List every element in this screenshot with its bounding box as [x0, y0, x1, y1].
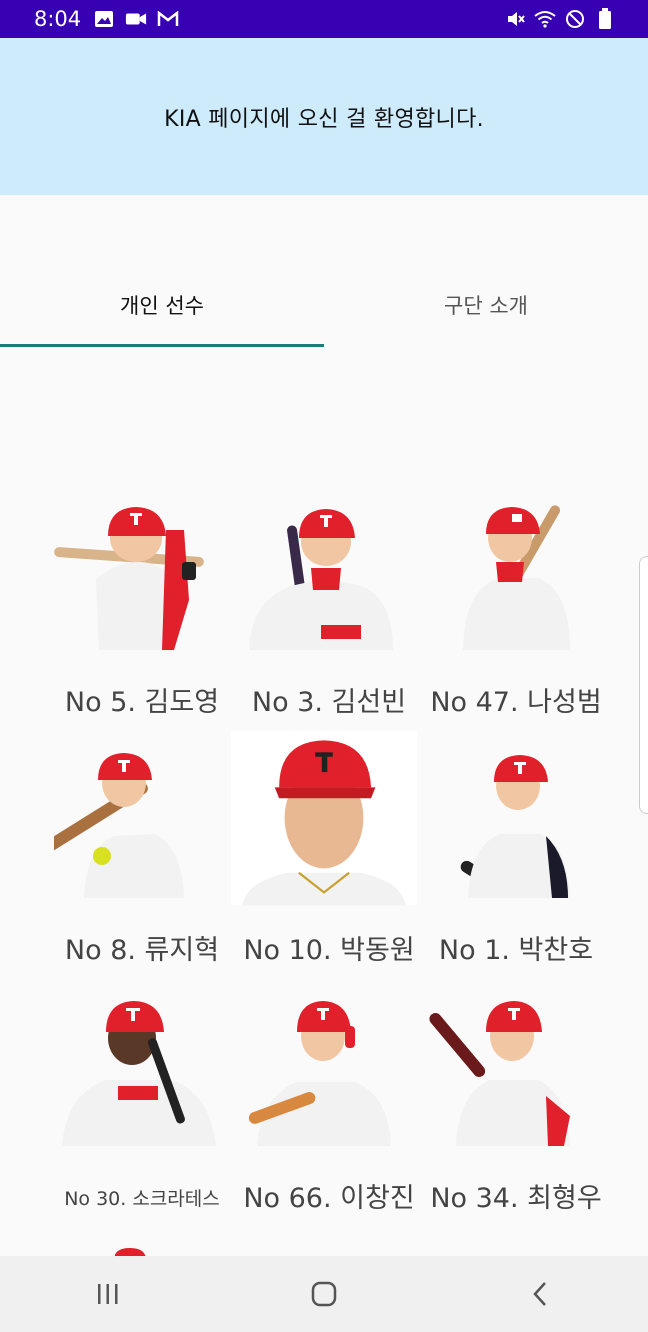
- player-photo: [248, 1001, 391, 1146]
- do-not-disturb-icon: [564, 9, 586, 29]
- player-name: No 10. 박동원: [243, 935, 415, 966]
- player-name: No 8. 류지혁: [64, 935, 220, 966]
- player-card[interactable]: No 66. 이창진: [239, 986, 419, 1226]
- player-photo: [62, 1001, 216, 1146]
- player-card[interactable]: No 10. 박동원: [231, 730, 419, 978]
- player-name: No 3. 김선빈: [251, 687, 407, 718]
- player-card[interactable]: No 34. 최형우: [426, 986, 606, 1226]
- mute-icon: [504, 9, 526, 29]
- gmail-icon: [157, 9, 179, 29]
- welcome-text: KIA 페이지에 오신 걸 환영합니다.: [164, 106, 484, 132]
- player-photo: [463, 505, 570, 650]
- tab-team-intro-label: 구단 소개: [444, 294, 528, 318]
- player-photo: [231, 730, 417, 906]
- wifi-icon: [534, 9, 556, 29]
- player-card[interactable]: No 3. 김선빈: [239, 490, 419, 730]
- player-photo: [54, 507, 204, 650]
- tab-team-intro[interactable]: 구단 소개: [324, 262, 648, 348]
- player-name: No 34. 최형우: [430, 1183, 602, 1214]
- recent-apps-icon[interactable]: [78, 1264, 138, 1324]
- player-name: No 1. 박찬호: [438, 935, 594, 966]
- player-photo: [429, 1001, 570, 1146]
- edge-panel-handle[interactable]: [639, 556, 648, 814]
- player-card[interactable]: No 30. 소크라테스: [52, 986, 232, 1226]
- player-photo: [249, 509, 393, 650]
- home-icon[interactable]: [294, 1264, 354, 1324]
- video-camera-icon: [125, 9, 147, 29]
- player-photo: [54, 753, 184, 898]
- player-photo: [460, 755, 590, 898]
- back-icon[interactable]: [510, 1264, 570, 1324]
- welcome-banner: KIA 페이지에 오신 걸 환영합니다.: [0, 38, 648, 195]
- tab-bar: 개인 선수 구단 소개: [0, 262, 648, 348]
- status-time: 8:04: [34, 7, 82, 31]
- player-name: No 66. 이창진: [243, 1183, 415, 1214]
- player-card[interactable]: No 8. 류지혁: [52, 738, 232, 978]
- battery-icon: [594, 8, 616, 29]
- player-card[interactable]: No 47. 나성범: [426, 490, 606, 730]
- player-name: No 47. 나성범: [430, 687, 602, 718]
- image-icon: [93, 9, 115, 29]
- tab-players-label: 개인 선수: [120, 294, 204, 318]
- player-name: No 30. 소크라테스: [64, 1188, 220, 1210]
- player-card[interactable]: No 5. 김도영: [52, 490, 232, 730]
- status-bar: 8:04: [0, 0, 648, 38]
- player-card[interactable]: No 1. 박찬호: [426, 738, 606, 978]
- player-name: No 5. 김도영: [64, 687, 220, 718]
- tab-players[interactable]: 개인 선수: [0, 262, 324, 348]
- tab-indicator: [0, 344, 324, 347]
- system-nav-bar: [0, 1256, 648, 1332]
